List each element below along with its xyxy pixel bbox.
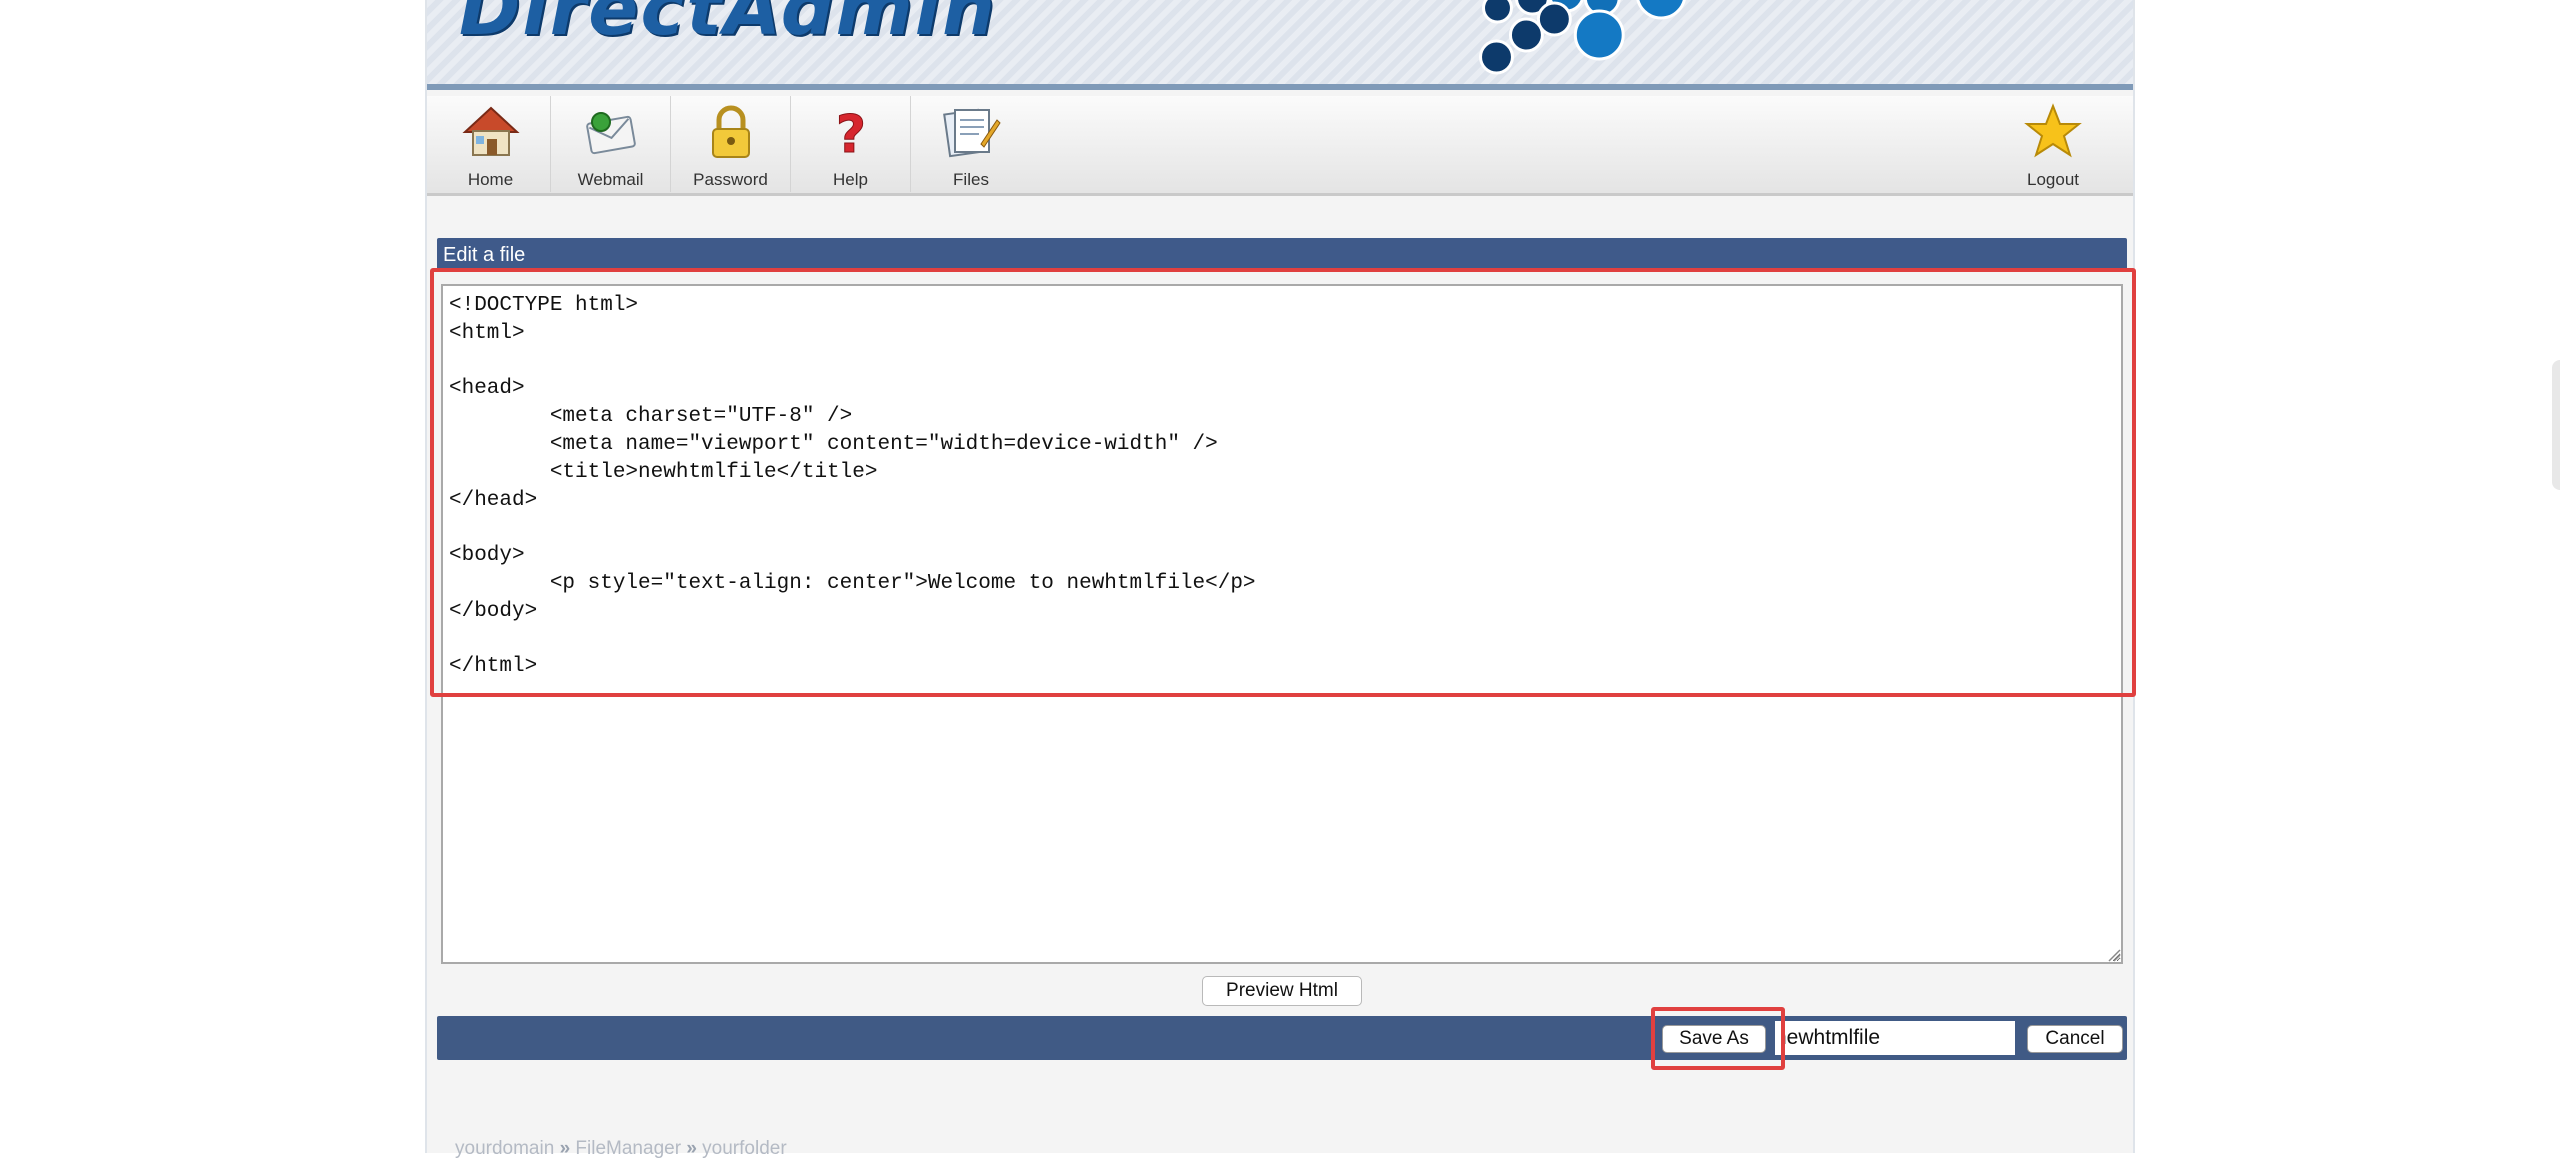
toolbar-files[interactable]: Files xyxy=(911,96,1031,192)
breadcrumb-separator: » xyxy=(559,1138,571,1159)
breadcrumb: yourdomain » FileManager » yourfolder xyxy=(455,1138,787,1160)
header-banner: DirectAdmin xyxy=(427,0,2133,90)
toolbar-password-label: Password xyxy=(693,170,768,189)
breadcrumb-domain[interactable]: yourdomain xyxy=(455,1138,554,1159)
files-icon xyxy=(943,108,1001,158)
logo-dots-graphic xyxy=(1479,0,1686,75)
toolbar-files-label: Files xyxy=(953,170,989,189)
breadcrumb-separator: » xyxy=(686,1138,697,1159)
svg-text:?: ? xyxy=(835,105,865,162)
toolbar-password[interactable]: Password xyxy=(671,96,791,192)
webmail-icon xyxy=(585,112,636,155)
breadcrumb-folder[interactable]: yourfolder xyxy=(702,1138,787,1159)
section-title-bar: Edit a file xyxy=(437,238,2127,272)
filename-input[interactable] xyxy=(1775,1021,2015,1055)
toolbar-webmail-label: Webmail xyxy=(577,170,644,189)
breadcrumb-filemanager[interactable]: FileManager xyxy=(575,1138,681,1159)
file-editor-textarea[interactable]: <!DOCTYPE html> <html> <head> <meta char… xyxy=(441,284,2123,964)
toolbar-logout-label: Logout xyxy=(2027,170,2079,189)
toolbar-help[interactable]: ? Help xyxy=(791,96,911,192)
toolbar-help-label: Help xyxy=(833,170,868,189)
toolbar-logout[interactable]: Logout xyxy=(1993,96,2113,192)
preview-html-button[interactable]: Preview Html xyxy=(1202,976,1362,1006)
lock-icon xyxy=(711,105,750,158)
page-frame: DirectAdmin Home Webmail Password ? Help… xyxy=(425,0,2136,1159)
home-icon xyxy=(461,106,520,156)
side-panel-edge xyxy=(2552,360,2560,490)
main-toolbar: Home Webmail Password ? Help Files Logou… xyxy=(427,96,2133,196)
toolbar-home-label: Home xyxy=(467,170,514,189)
toolbar-webmail[interactable]: Webmail xyxy=(551,96,671,192)
cancel-button[interactable]: Cancel xyxy=(2027,1025,2123,1053)
section-title: Edit a file xyxy=(443,244,526,266)
save-as-button[interactable]: Save As xyxy=(1662,1025,1766,1053)
toolbar-home[interactable]: Home xyxy=(431,96,551,192)
star-icon xyxy=(2024,103,2082,158)
help-icon: ? xyxy=(835,105,866,163)
resize-grip-icon[interactable] xyxy=(2107,948,2121,962)
